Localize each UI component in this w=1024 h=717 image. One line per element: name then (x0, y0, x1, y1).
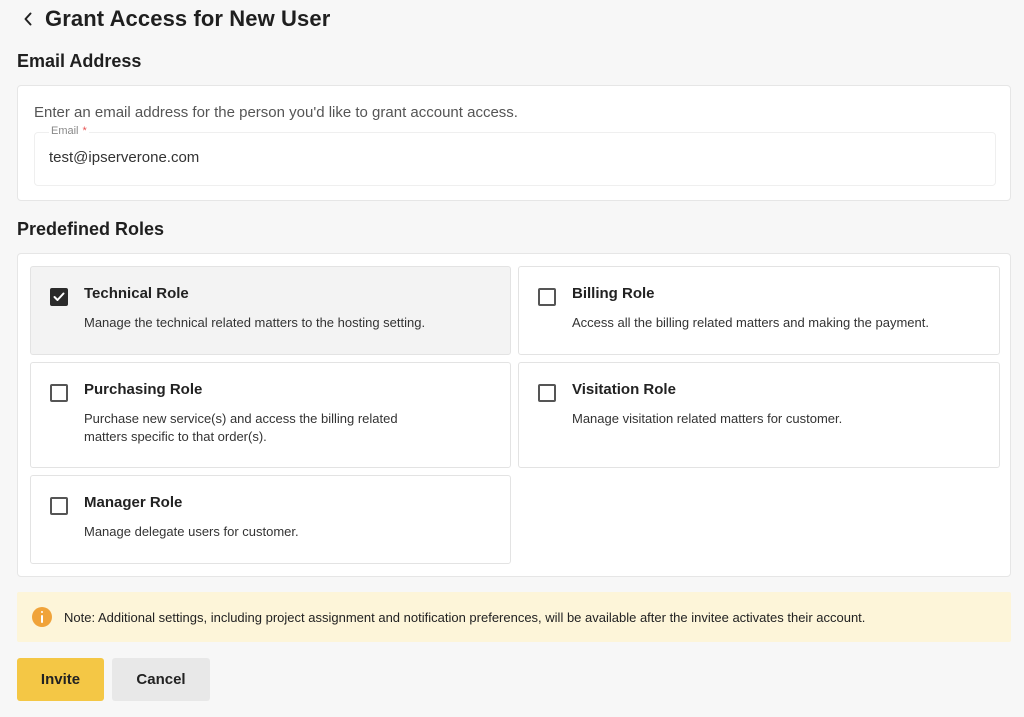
role-purchasing-checkbox[interactable] (50, 384, 68, 402)
roles-card: Technical Role Manage the technical rela… (17, 253, 1011, 577)
role-description: Manage delegate users for customer. (84, 524, 299, 539)
invite-button[interactable]: Invite (17, 658, 104, 701)
role-description: Manage the technical related matters to … (84, 315, 426, 330)
note-text: Note: Additional settings, including pro… (64, 609, 866, 625)
grant-access-page: Grant Access for New User Email Address … (0, 0, 1024, 717)
role-billing[interactable]: Billing Role Access all the billing rela… (518, 266, 1000, 355)
check-icon (53, 292, 65, 301)
role-description: Purchase new service(s) and access the b… (84, 411, 398, 444)
required-marker: * (82, 125, 87, 137)
page-header: Grant Access for New User (17, 4, 330, 34)
role-name: Visitation Role (572, 381, 676, 398)
chevron-left-icon (24, 12, 32, 26)
role-name: Billing Role (572, 285, 655, 302)
email-field-label: Email * (49, 125, 89, 137)
role-purchasing[interactable]: Purchasing Role Purchase new service(s) … (30, 362, 511, 468)
role-manager[interactable]: Manager Role Manage delegate users for c… (30, 475, 511, 564)
email-field[interactable]: Email * (34, 125, 996, 186)
role-description: Access all the billing related matters a… (572, 315, 929, 330)
role-manager-checkbox[interactable] (50, 497, 68, 515)
info-icon (32, 607, 52, 627)
role-technical[interactable]: Technical Role Manage the technical rela… (30, 266, 511, 355)
email-input[interactable] (49, 149, 949, 166)
role-name: Technical Role (84, 285, 189, 302)
role-visitation-checkbox[interactable] (538, 384, 556, 402)
role-technical-checkbox[interactable] (50, 288, 68, 306)
info-glyph (41, 611, 43, 623)
roles-section-title: Predefined Roles (17, 219, 165, 239)
back-button[interactable] (17, 5, 39, 33)
email-card: Enter an email address for the person yo… (17, 85, 1011, 201)
role-billing-checkbox[interactable] (538, 288, 556, 306)
email-description: Enter an email address for the person yo… (34, 104, 518, 121)
role-name: Manager Role (84, 494, 183, 511)
role-visitation[interactable]: Visitation Role Manage visitation relate… (518, 362, 1000, 468)
role-name: Purchasing Role (84, 381, 203, 398)
role-description: Manage visitation related matters for cu… (572, 411, 843, 426)
page-title: Grant Access for New User (45, 6, 331, 31)
note-banner: Note: Additional settings, including pro… (17, 592, 1011, 642)
email-section-title: Email Address (17, 51, 142, 71)
cancel-button[interactable]: Cancel (112, 658, 210, 701)
